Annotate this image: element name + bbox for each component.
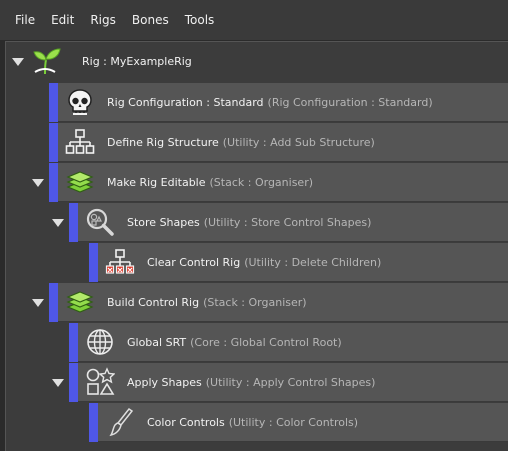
tree-row-apply-shapes[interactable]: Apply Shapes (Utility : Apply Control Sha…	[6, 363, 508, 402]
delete-hierarchy-icon	[105, 249, 135, 274]
tree-row-color-controls[interactable]: Color Controls (Utility : Color Controls)	[6, 403, 508, 442]
rig-tree: Rig : MyExampleRig Rig Configuration : S…	[5, 41, 508, 451]
expand-arrow-icon[interactable]	[32, 299, 44, 307]
tree-row-label: Rig Configuration : Standard (Rig Configu…	[107, 96, 433, 109]
expand-arrow-icon[interactable]	[12, 58, 24, 66]
tree-row-label: Make Rig Editable (Stack : Organiser)	[107, 176, 314, 189]
globe-icon	[87, 329, 113, 355]
tree-root-label: Rig : MyExampleRig	[82, 55, 192, 68]
layers-icon	[66, 291, 94, 313]
skull-icon	[68, 89, 92, 115]
tree-row-clear-control-rig[interactable]: Clear Control Rig (Utility : Delete Child…	[6, 243, 508, 282]
tree-row-label: Global SRT (Core : Global Control Root)	[127, 336, 342, 349]
tree-row-make-rig-editable[interactable]: Make Rig Editable (Stack : Organiser)	[6, 163, 508, 202]
menu-bones[interactable]: Bones	[132, 13, 169, 27]
menu-file[interactable]: File	[15, 13, 35, 27]
tree-row-label: Clear Control Rig (Utility : Delete Child…	[147, 256, 382, 269]
brush-icon	[109, 407, 134, 437]
tree-row-build-control-rig[interactable]: Build Control Rig (Stack : Organiser)	[6, 283, 508, 322]
tree-row-global-srt[interactable]: Global SRT (Core : Global Control Root)	[6, 323, 508, 362]
tree-row-label: Store Shapes (Utility : Store Control Sha…	[127, 216, 372, 229]
tree-row-define-rig-structure[interactable]: Define Rig Structure (Utility : Add Sub S…	[6, 123, 508, 162]
shapes-icon	[86, 367, 115, 395]
sprout-icon	[33, 48, 61, 75]
tree-row-rig-configuration[interactable]: Rig Configuration : Standard (Rig Configu…	[6, 83, 508, 122]
hierarchy-icon	[65, 129, 95, 154]
tree-row-label: Define Rig Structure (Utility : Add Sub S…	[107, 136, 375, 149]
tree-row-label: Color Controls (Utility : Color Controls)	[147, 416, 359, 429]
menu-rigs[interactable]: Rigs	[90, 13, 116, 27]
layers-icon	[66, 171, 94, 193]
menu-tools[interactable]: Tools	[185, 13, 215, 27]
expand-arrow-icon[interactable]	[52, 379, 64, 387]
expand-arrow-icon[interactable]	[52, 219, 64, 227]
tree-root-row[interactable]: Rig : MyExampleRig	[6, 42, 508, 81]
expand-arrow-icon[interactable]	[32, 179, 44, 187]
tree-row-store-shapes[interactable]: Store Shapes (Utility : Store Control Sha…	[6, 203, 508, 242]
magnify-shapes-icon	[86, 208, 114, 236]
menu-bar: File Edit Rigs Bones Tools	[0, 0, 508, 40]
tree-row-label: Build Control Rig (Stack : Organiser)	[107, 296, 307, 309]
menu-edit[interactable]: Edit	[51, 13, 74, 27]
tree-row-label: Apply Shapes (Utility : Apply Control Sha…	[127, 376, 376, 389]
